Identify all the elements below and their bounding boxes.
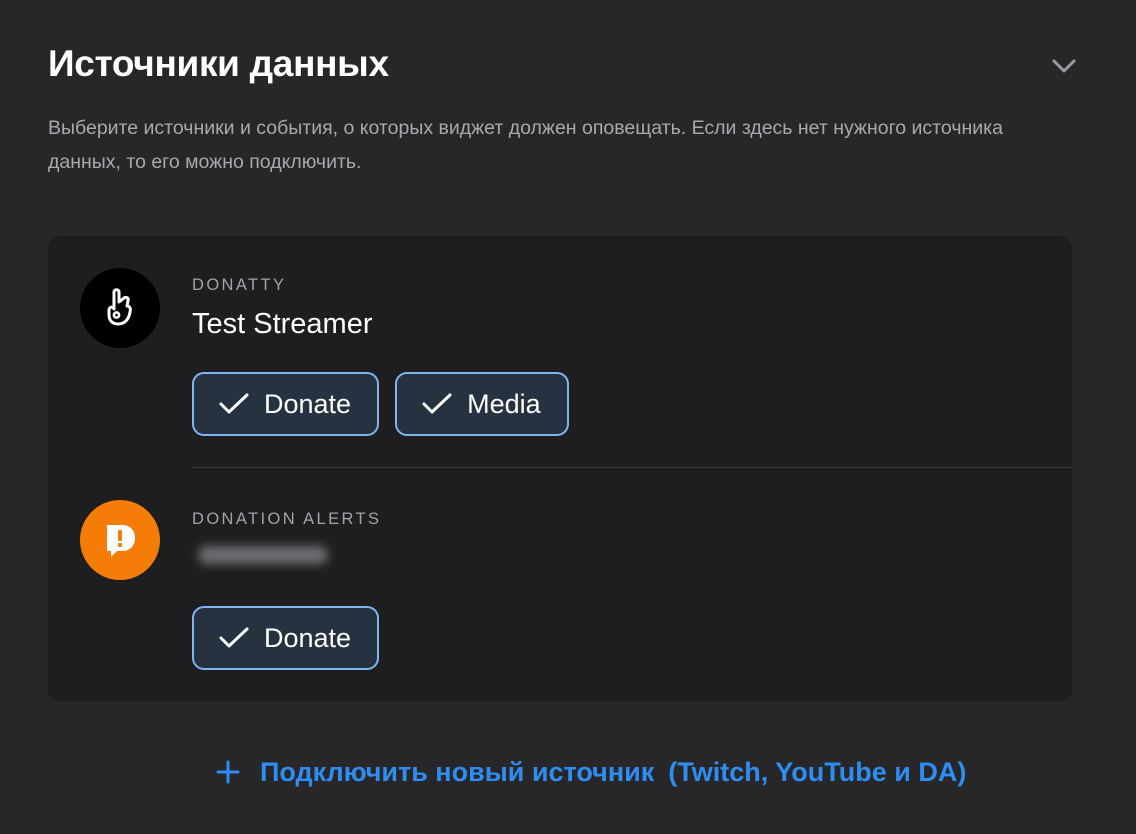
donationalerts-logo-glyph (107, 525, 135, 557)
chevron-down-icon (1052, 59, 1076, 73)
donatty-logo-glyph (107, 288, 132, 326)
source-item-donationalerts: DONATION ALERTS Donate (48, 468, 1072, 702)
source-item-donatty: DONATTY Test Streamer Donate Media (48, 236, 1072, 468)
section-title: Источники данных (48, 43, 389, 84)
event-chip-label: Media (467, 388, 541, 419)
data-sources-panel: Источники данных Выберите источники и со… (0, 0, 1136, 834)
checkmark-icon (219, 627, 249, 648)
connect-new-source-link[interactable]: Подключить новый источник (Twitch, YouTub… (216, 752, 966, 792)
event-chip-media[interactable]: Media (395, 372, 569, 436)
donationalerts-logo-icon (80, 500, 160, 580)
event-chip-donate[interactable]: Donate (192, 606, 380, 670)
source-provider-name: DONATION ALERTS (192, 510, 382, 528)
connect-hint-text: (Twitch, YouTube и DA) (668, 757, 967, 787)
event-chips: Donate Media (192, 372, 569, 436)
event-chip-label: Donate (264, 622, 352, 653)
connect-label-text: Подключить новый источник (260, 757, 655, 787)
plus-icon (216, 760, 240, 784)
connect-label: Подключить новый источник (Twitch, YouTub… (260, 752, 966, 792)
section-description: Выберите источники и события, о которых … (48, 117, 1003, 173)
sources-list: DONATTY Test Streamer Donate Media DONAT… (48, 236, 1072, 702)
event-chip-donate[interactable]: Donate (192, 372, 380, 436)
event-chip-label: Donate (264, 388, 352, 419)
checkmark-icon (219, 393, 249, 414)
checkmark-icon (422, 393, 452, 414)
collapse-button[interactable] (1044, 48, 1084, 84)
event-chips: Donate (192, 606, 380, 670)
source-account-name: Test Streamer (192, 308, 373, 340)
source-account-name-blurred (198, 546, 328, 564)
donatty-logo-icon (80, 268, 160, 348)
source-provider-name: DONATTY (192, 276, 287, 294)
